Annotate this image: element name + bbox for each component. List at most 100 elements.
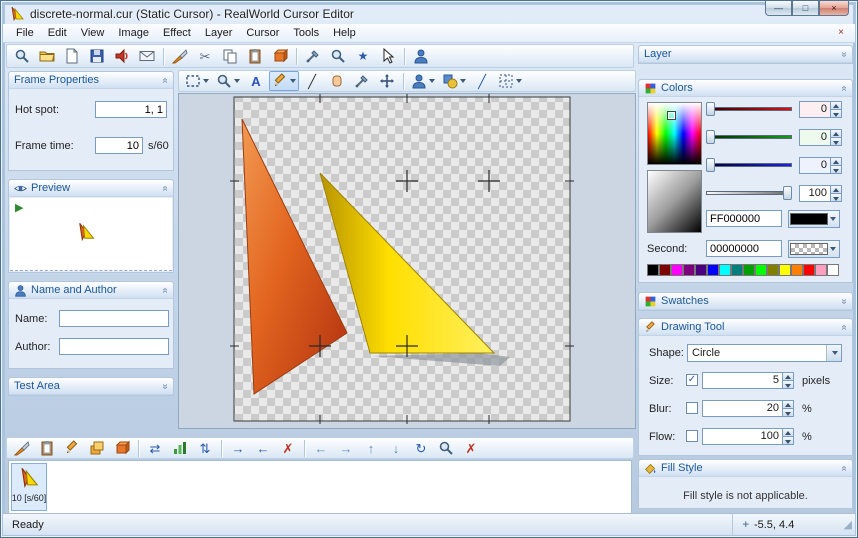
spin-up-button[interactable] bbox=[783, 372, 794, 381]
hotspot-input[interactable] bbox=[95, 101, 167, 118]
resize-grip[interactable]: ◢ bbox=[844, 518, 852, 531]
shift-right-button[interactable]: → bbox=[334, 438, 358, 458]
alpha-value[interactable]: 100 bbox=[799, 185, 831, 202]
paste-frame-button[interactable] bbox=[35, 438, 59, 458]
flow-checkbox[interactable] bbox=[686, 430, 698, 442]
duplicate-frame-button[interactable] bbox=[85, 438, 109, 458]
spin-up-button[interactable] bbox=[831, 129, 842, 138]
menu-layer[interactable]: Layer bbox=[198, 25, 240, 41]
red-value[interactable]: 0 bbox=[799, 101, 831, 118]
dropdown-arrow-icon[interactable] bbox=[290, 79, 296, 83]
spin-up-button[interactable] bbox=[831, 185, 842, 194]
palette-swatch[interactable] bbox=[767, 264, 779, 276]
colors-header[interactable]: Colors « bbox=[639, 80, 852, 97]
shape-combobox[interactable]: Circle bbox=[687, 344, 842, 362]
grid-tool-button[interactable] bbox=[495, 71, 525, 91]
blue-value[interactable]: 0 bbox=[799, 157, 831, 174]
collapse-chevron-icon[interactable]: « bbox=[160, 185, 171, 191]
frame-properties-header[interactable]: Frame Properties « bbox=[9, 72, 173, 89]
layer-header[interactable]: Layer « bbox=[639, 46, 852, 63]
frame-item-selected[interactable]: 10 [s/60] bbox=[11, 463, 47, 511]
palette-swatch[interactable] bbox=[647, 264, 659, 276]
delete-frame-button[interactable]: ✗ bbox=[276, 438, 300, 458]
drawing-tool-header[interactable]: Drawing Tool « bbox=[639, 319, 852, 336]
spin-down-button[interactable] bbox=[783, 437, 794, 445]
blue-track[interactable] bbox=[706, 163, 792, 167]
blue-slider-handle[interactable] bbox=[706, 158, 715, 172]
color-picker-button[interactable] bbox=[301, 46, 325, 66]
dropper-tool-button[interactable] bbox=[350, 71, 374, 91]
palette-swatch[interactable] bbox=[719, 264, 731, 276]
save-button[interactable] bbox=[85, 46, 109, 66]
author-button[interactable] bbox=[409, 46, 433, 66]
search-button[interactable] bbox=[10, 46, 34, 66]
send-mail-button[interactable] bbox=[135, 46, 159, 66]
green-slider-handle[interactable] bbox=[706, 130, 715, 144]
menu-view[interactable]: View bbox=[74, 25, 112, 41]
menu-file[interactable]: File bbox=[9, 25, 41, 41]
menu-help[interactable]: Help bbox=[326, 25, 363, 41]
preview-area[interactable]: ▶ bbox=[10, 198, 172, 271]
palette-swatch[interactable] bbox=[779, 264, 791, 276]
green-slider[interactable] bbox=[706, 130, 792, 144]
text-tool-button[interactable]: A bbox=[244, 71, 268, 91]
menu-tools[interactable]: Tools bbox=[286, 25, 326, 41]
select-tool-button[interactable] bbox=[182, 71, 212, 91]
green-track[interactable] bbox=[706, 135, 792, 139]
frame-time-input[interactable] bbox=[95, 137, 143, 154]
fill-style-header[interactable]: Fill Style « bbox=[639, 460, 852, 477]
dropdown-arrow-icon[interactable] bbox=[429, 79, 435, 83]
cursor-test-button[interactable] bbox=[408, 71, 438, 91]
luminance-picker[interactable] bbox=[647, 170, 702, 233]
test-cursor-button[interactable] bbox=[110, 46, 134, 66]
menu-edit[interactable]: Edit bbox=[41, 25, 74, 41]
wand-button[interactable]: ★ bbox=[351, 46, 375, 66]
red-slider-handle[interactable] bbox=[706, 102, 715, 116]
picker-tool-button[interactable] bbox=[213, 71, 243, 91]
name-input[interactable] bbox=[59, 310, 169, 327]
palette-swatch[interactable] bbox=[803, 264, 815, 276]
next-frame-button[interactable]: → bbox=[226, 438, 250, 458]
collapse-chevron-icon[interactable]: « bbox=[839, 465, 850, 471]
close-button[interactable]: × bbox=[819, 1, 849, 16]
swap-frames-button[interactable]: ⇄ bbox=[143, 438, 167, 458]
menu-image[interactable]: Image bbox=[111, 25, 156, 41]
palette-swatch[interactable] bbox=[827, 264, 839, 276]
shapes-tool-button[interactable] bbox=[439, 71, 469, 91]
collapse-chevron-icon[interactable]: « bbox=[160, 287, 171, 293]
spin-down-button[interactable] bbox=[783, 381, 794, 389]
palette-swatch[interactable] bbox=[755, 264, 767, 276]
red-track[interactable] bbox=[706, 107, 792, 111]
reorder-frames-button[interactable]: ⇅ bbox=[193, 438, 217, 458]
stroke-tool-button[interactable]: ╱ bbox=[470, 71, 494, 91]
size-checkbox[interactable]: ✓ bbox=[686, 374, 698, 386]
palette-swatch[interactable] bbox=[791, 264, 803, 276]
second-color-swatch-button[interactable] bbox=[788, 240, 840, 258]
hand-tool-button[interactable] bbox=[325, 71, 349, 91]
spin-down-button[interactable] bbox=[831, 194, 842, 202]
second-color-input[interactable] bbox=[706, 240, 782, 257]
pencil-tool-button[interactable] bbox=[269, 71, 299, 91]
canvas[interactable] bbox=[179, 94, 635, 428]
palette-swatch[interactable] bbox=[695, 264, 707, 276]
cut-button[interactable] bbox=[168, 46, 192, 66]
expand-chevron-icon[interactable]: « bbox=[160, 383, 171, 389]
collapse-chevron-icon[interactable]: « bbox=[839, 85, 850, 91]
zoom-frame-button[interactable] bbox=[434, 438, 458, 458]
frame-list[interactable]: 10 [s/60] bbox=[8, 460, 632, 514]
swatches-header[interactable]: Swatches « bbox=[639, 293, 852, 310]
clear-frame-button[interactable]: ✗ bbox=[459, 438, 483, 458]
shift-down-button[interactable]: ↓ bbox=[384, 438, 408, 458]
size-value[interactable]: 5 bbox=[702, 372, 783, 389]
collapse-chevron-icon[interactable]: « bbox=[839, 324, 850, 330]
combobox-dropdown-button[interactable] bbox=[826, 345, 841, 361]
menu-cursor[interactable]: Cursor bbox=[239, 25, 286, 41]
alpha-slider[interactable] bbox=[706, 186, 792, 200]
palette-swatch[interactable] bbox=[731, 264, 743, 276]
palette-swatch[interactable] bbox=[683, 264, 695, 276]
maximize-button[interactable]: □ bbox=[792, 1, 819, 16]
spin-down-button[interactable] bbox=[831, 110, 842, 118]
dropdown-arrow-icon[interactable] bbox=[830, 217, 836, 221]
package-frame-button[interactable] bbox=[110, 438, 134, 458]
dropdown-arrow-icon[interactable] bbox=[516, 79, 522, 83]
